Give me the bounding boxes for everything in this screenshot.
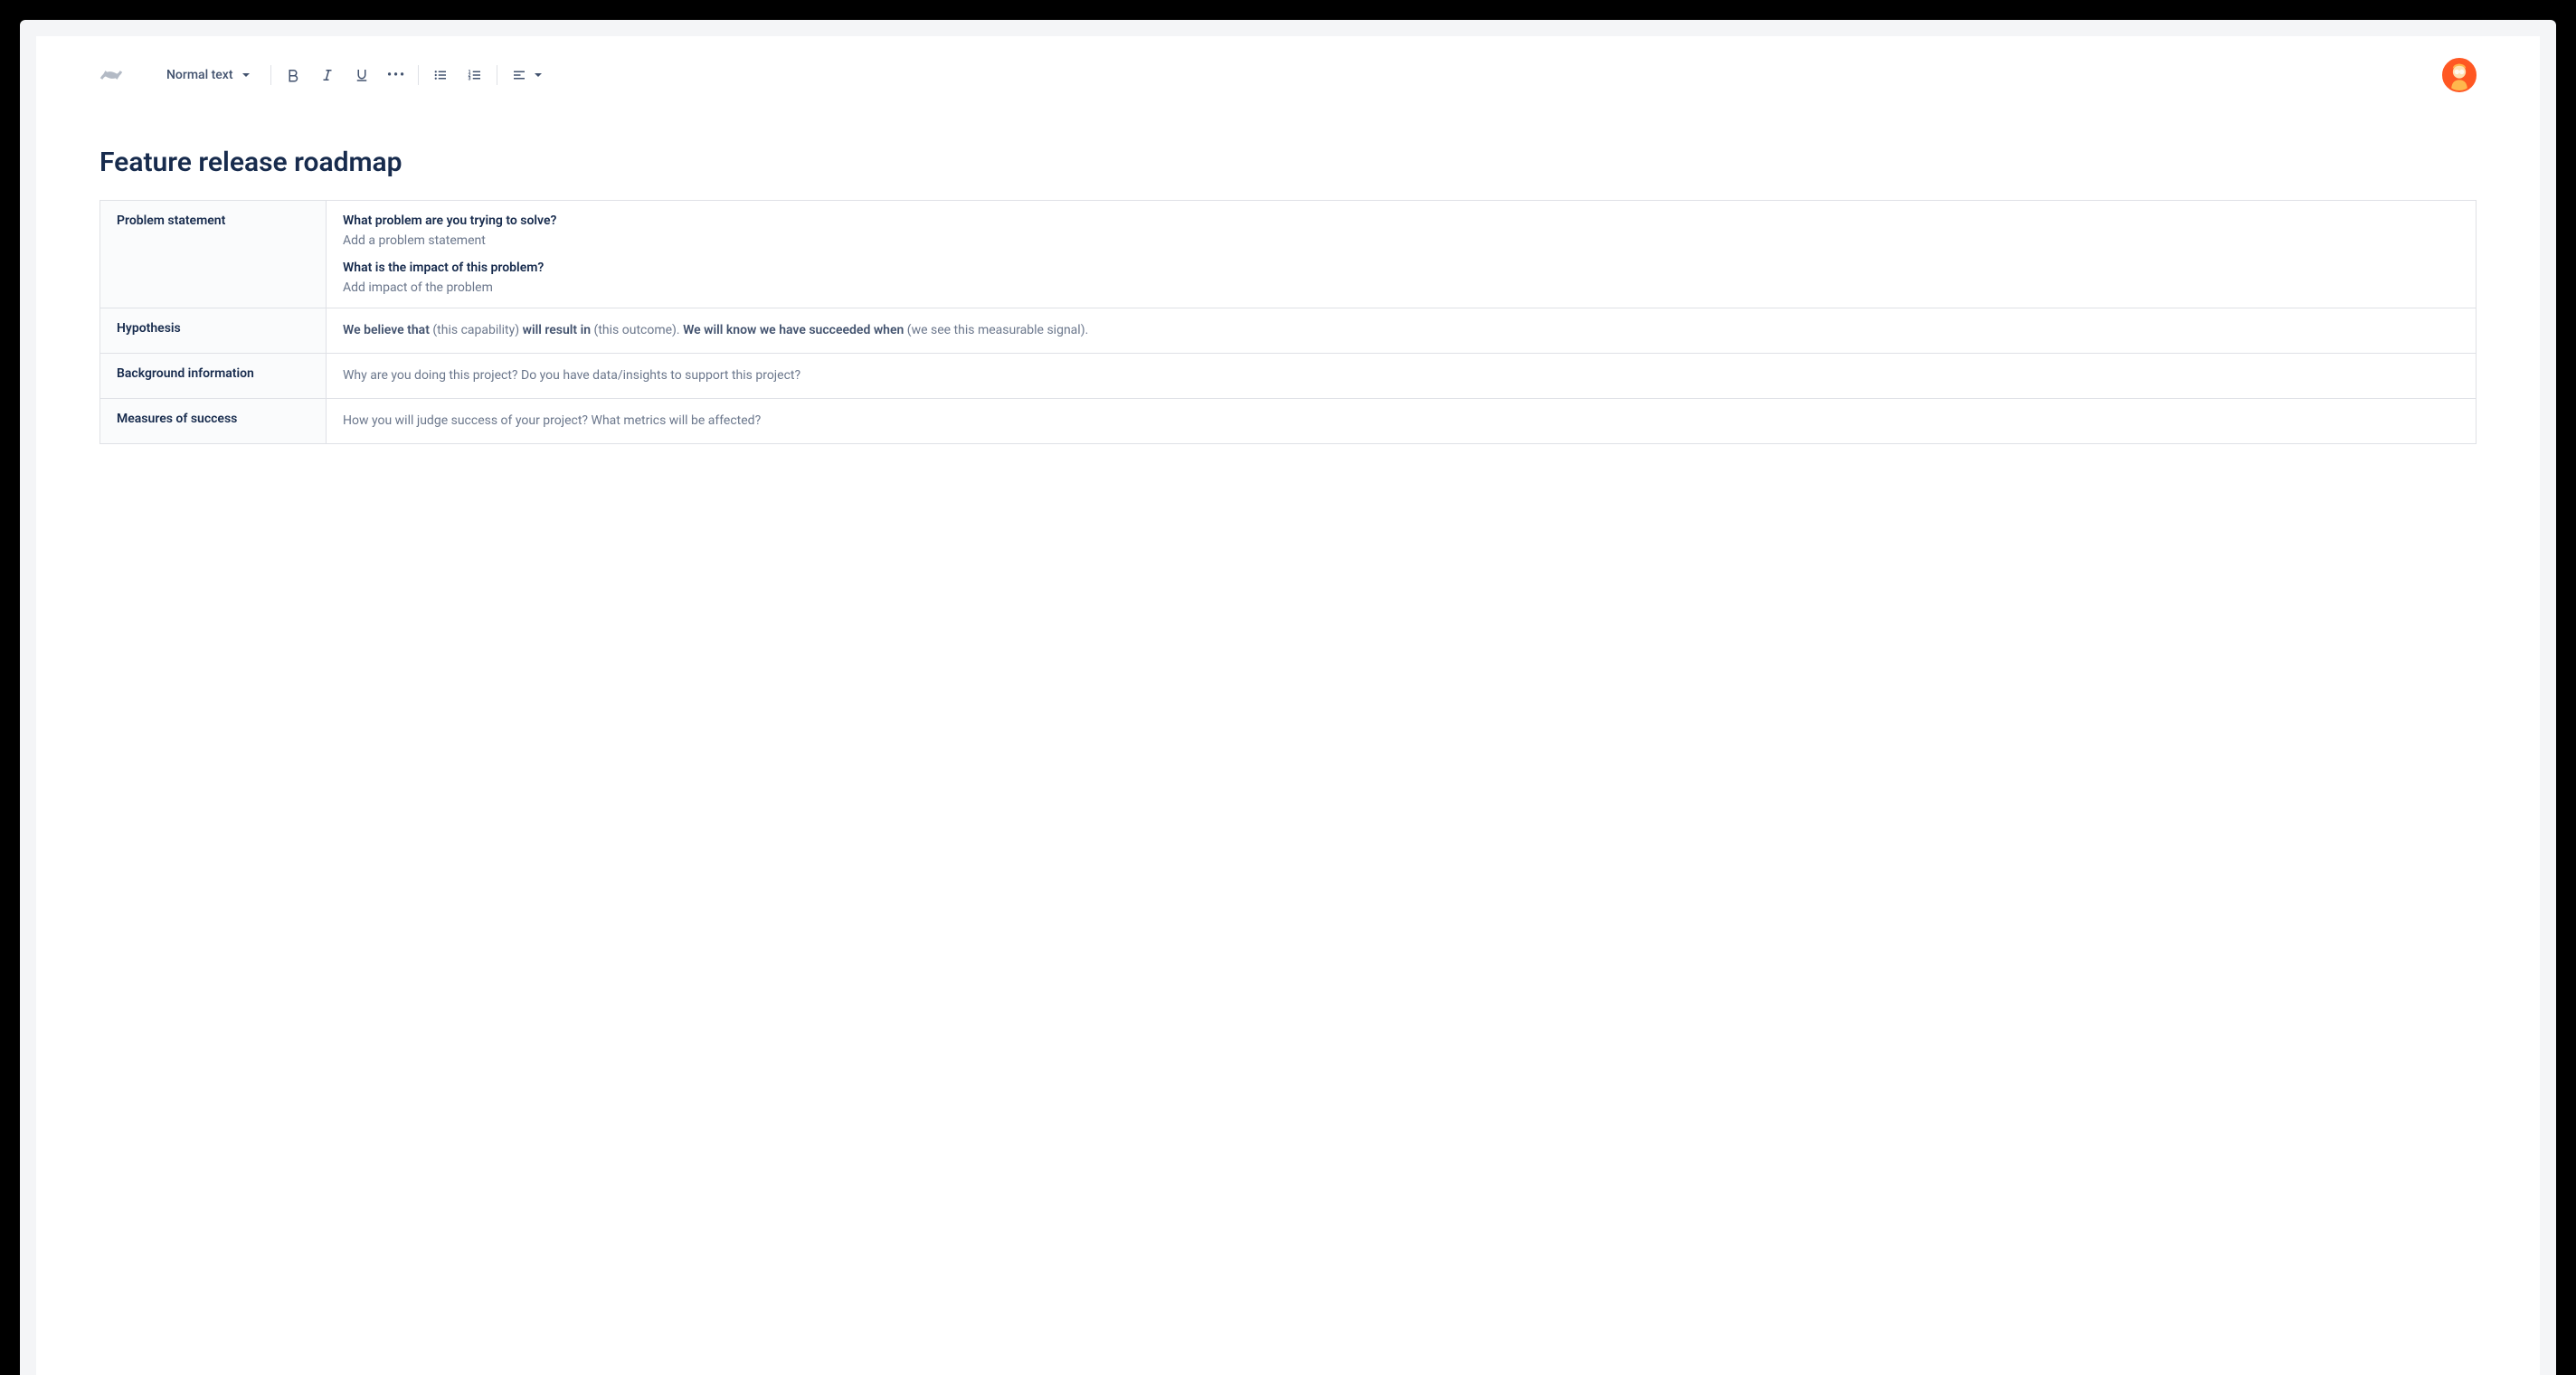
list-group: 123 (431, 66, 484, 84)
problem-q1: What problem are you trying to solve? (343, 213, 2459, 228)
bold-button[interactable] (284, 66, 302, 84)
numbered-list-button[interactable]: 123 (466, 66, 484, 84)
more-dots-icon: ••• (387, 68, 406, 82)
table-row: Measures of success How you will judge s… (100, 399, 2477, 444)
document-content: Feature release roadmap Problem statemen… (36, 147, 2540, 444)
background-label[interactable]: Background information (100, 354, 327, 399)
bullet-list-button[interactable] (431, 66, 450, 84)
toolbar-divider (418, 65, 419, 85)
hypothesis-text: We believe that (this capability) will r… (343, 321, 2459, 340)
confluence-logo-icon (99, 63, 123, 87)
table-row: Problem statement What problem are you t… (100, 201, 2477, 308)
table-row: Background information Why are you doing… (100, 354, 2477, 399)
problem-q2: What is the impact of this problem? (343, 261, 2459, 275)
editor-page: Normal text ••• (36, 36, 2540, 1375)
text-style-dropdown[interactable]: Normal text (159, 64, 258, 86)
page-title[interactable]: Feature release roadmap (99, 147, 2477, 178)
align-group (510, 66, 543, 84)
measures-placeholder: How you will judge success of your proje… (343, 412, 2459, 431)
align-button[interactable] (510, 66, 528, 84)
user-avatar[interactable] (2442, 58, 2477, 92)
svg-text:3: 3 (469, 76, 471, 81)
problem-statement-cell[interactable]: What problem are you trying to solve? Ad… (327, 201, 2477, 308)
chevron-down-icon (242, 71, 251, 80)
roadmap-table: Problem statement What problem are you t… (99, 200, 2477, 444)
format-group: ••• (284, 66, 405, 84)
underline-button[interactable] (353, 66, 371, 84)
chevron-down-icon (534, 71, 543, 80)
measures-label[interactable]: Measures of success (100, 399, 327, 444)
outer-frame: Normal text ••• (20, 20, 2556, 1375)
background-cell[interactable]: Why are you doing this project? Do you h… (327, 354, 2477, 399)
hypothesis-cell[interactable]: We believe that (this capability) will r… (327, 308, 2477, 354)
more-formatting-button[interactable]: ••• (387, 66, 405, 84)
problem-statement-label[interactable]: Problem statement (100, 201, 327, 308)
toolbar-divider (270, 65, 271, 85)
italic-button[interactable] (318, 66, 336, 84)
table-row: Hypothesis We believe that (this capabil… (100, 308, 2477, 354)
editor-toolbar: Normal text ••• (36, 36, 2540, 114)
background-placeholder: Why are you doing this project? Do you h… (343, 366, 2459, 385)
problem-p1: Add a problem statement (343, 233, 2459, 248)
text-style-label: Normal text (166, 68, 232, 82)
measures-cell[interactable]: How you will judge success of your proje… (327, 399, 2477, 444)
problem-p2: Add impact of the problem (343, 280, 2459, 295)
hypothesis-label[interactable]: Hypothesis (100, 308, 327, 354)
